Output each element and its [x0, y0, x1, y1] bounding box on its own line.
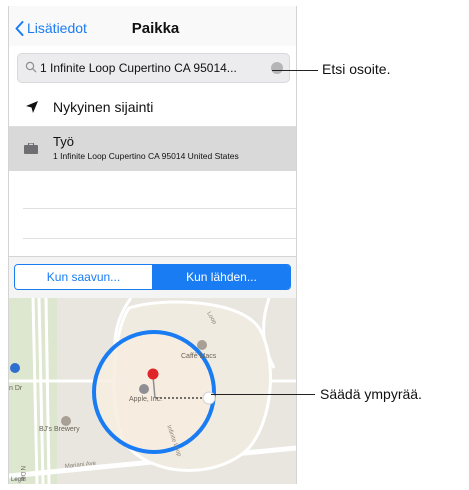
- map-label-caffe: Caffè Macs: [181, 353, 217, 360]
- work-location-name: Työ: [53, 134, 74, 149]
- map-view[interactable]: Caffè Macs Apple, Inc. BJ's Brewery Infi…: [9, 298, 296, 484]
- map-legal-link[interactable]: Legal: [11, 477, 26, 483]
- beer-poi-icon[interactable]: [61, 416, 71, 426]
- list-divider: [23, 208, 296, 209]
- search-callout: Etsi osoite.: [322, 61, 391, 77]
- address-search-bar[interactable]: [17, 53, 290, 83]
- arriving-segment[interactable]: Kun saavun...: [15, 265, 153, 289]
- location-arrow-icon: [26, 101, 38, 113]
- circle-callout: Säädä ympyrää.: [320, 386, 422, 402]
- search-callout-line: [272, 70, 318, 71]
- current-location-row[interactable]: Nykyinen sijainti: [9, 90, 296, 127]
- briefcase-icon: [24, 143, 38, 154]
- map-label-apple: Apple, Inc.: [129, 396, 162, 403]
- navigation-bar: Lisätiedot Paikka: [9, 6, 296, 46]
- work-location-address: 1 Infinite Loop Cupertino CA 95014 Unite…: [53, 151, 239, 161]
- map-label-brewery: BJ's Brewery: [39, 426, 80, 433]
- trigger-segmented-control: Kun saavun... Kun lähden...: [14, 264, 291, 290]
- circle-callout-line: [211, 394, 315, 395]
- work-location-row[interactable]: Työ 1 Infinite Loop Cupertino CA 95014 U…: [9, 127, 296, 171]
- trigger-segment-area: Kun saavun... Kun lähden...: [9, 256, 296, 299]
- phone-screen: Lisätiedot Paikka Nykyinen sijainti Työ …: [8, 6, 297, 484]
- map-pin-icon[interactable]: [147, 368, 159, 380]
- transit-poi-icon[interactable]: [10, 363, 20, 373]
- address-search-input[interactable]: [40, 58, 268, 78]
- page-title: Paikka: [131, 20, 180, 37]
- search-icon: [25, 61, 37, 73]
- map-label-ndr: n Dr: [9, 385, 23, 392]
- info-poi-icon[interactable]: [139, 384, 149, 394]
- clear-search-icon[interactable]: [271, 62, 283, 74]
- coffee-poi-icon[interactable]: [197, 340, 207, 350]
- leaving-segment[interactable]: Kun lähden...: [153, 265, 290, 289]
- list-divider: [23, 238, 296, 239]
- map-canvas: Caffè Macs Apple, Inc. BJ's Brewery Infi…: [9, 298, 296, 484]
- current-location-label: Nykyinen sijainti: [53, 99, 154, 115]
